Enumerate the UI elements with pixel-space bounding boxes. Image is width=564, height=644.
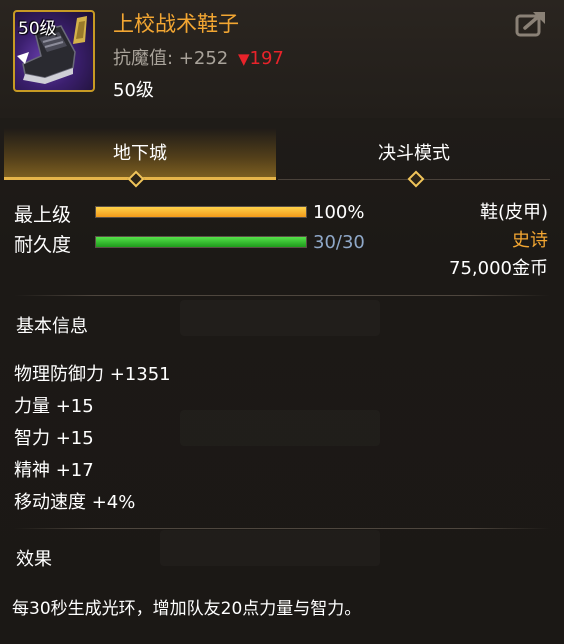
durability-bar [95,236,307,248]
background-decoration [180,300,380,336]
anti-magic-decrease: ▼197 [238,48,284,69]
grade-bar-fill [96,207,306,217]
boot-icon: 50级 [13,10,95,92]
durability-value: 30/30 [313,232,365,253]
durability-label: 耐久度 [14,234,72,256]
grade-label: 最上级 [14,204,72,226]
item-header: 50级 上校战术鞋子 抗魔值: +252 ▼197 50级 [0,0,564,118]
section-divider [14,528,550,529]
mode-tabs: 地下城 决斗模式 [4,128,552,188]
item-price: 75,000金币 [449,258,548,279]
item-name: 上校战术鞋子 [113,12,239,36]
background-decoration [180,410,380,446]
anti-magic-stat: 抗魔值: +252 ▼197 [113,44,284,70]
attribute-line: 智力 +15 [14,428,94,449]
anti-magic-decrease-value: 197 [249,48,284,69]
effect-text: 每30秒生成光环，增加队友20点力量与智力。 [12,599,362,619]
share-icon[interactable] [515,10,547,38]
item-rarity: 史诗 [512,230,548,251]
tab-dungeon[interactable]: 地下城 [4,128,276,180]
down-triangle-icon: ▼ [237,50,250,68]
attribute-line: 力量 +15 [14,396,94,417]
item-level-badge: 50级 [18,19,57,39]
required-level: 50级 [113,80,154,101]
attribute-line: 物理防御力 +1351 [14,364,171,385]
item-type: 鞋(皮甲) [479,202,548,223]
anti-magic-label: 抗魔值: +252 [113,48,229,69]
attribute-line: 移动速度 +4% [14,492,136,513]
basic-info-title: 基本信息 [16,316,88,337]
grade-value: 100% [313,202,365,223]
section-divider [14,295,550,296]
grade-bar [95,206,307,218]
effect-title: 效果 [16,549,52,570]
background-decoration [160,530,380,566]
attribute-line: 精神 +17 [14,460,94,481]
item-tooltip-panel: 50级 上校战术鞋子 抗魔值: +252 ▼197 50级 地下城 决斗模式 最… [0,0,564,644]
durability-bar-fill [96,237,306,247]
